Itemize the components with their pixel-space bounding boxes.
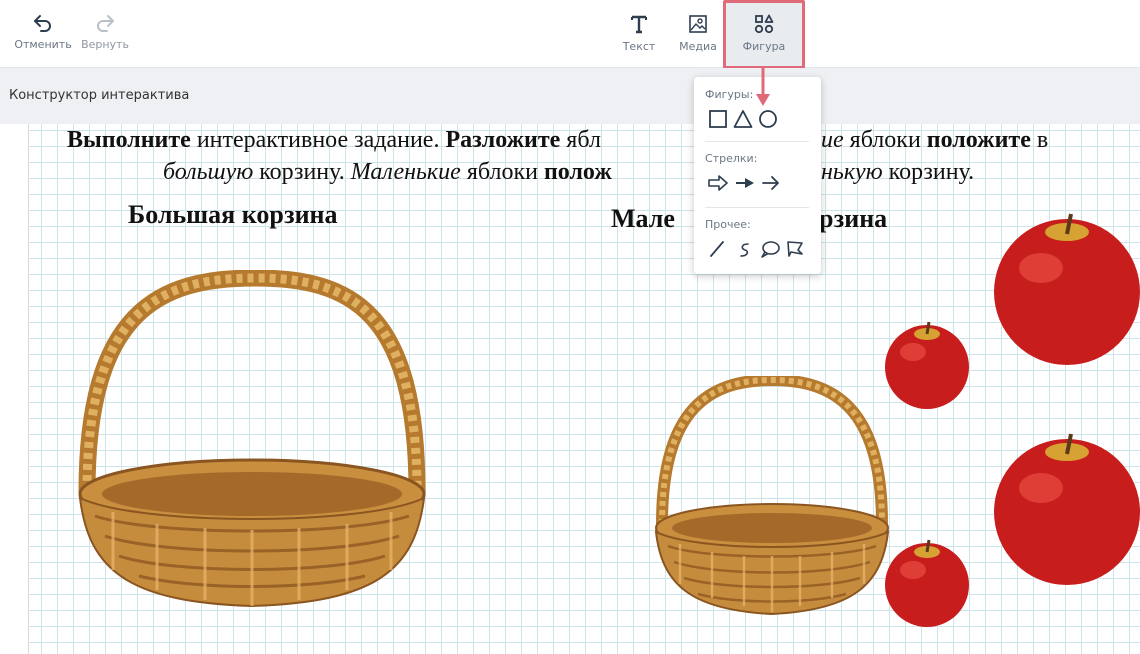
dropdown-divider bbox=[705, 207, 809, 208]
callout-icon[interactable] bbox=[786, 240, 804, 258]
small-apple-2[interactable] bbox=[881, 538, 973, 628]
page-title: Конструктор интерактива bbox=[9, 88, 190, 103]
triangle-shape-icon[interactable] bbox=[733, 109, 753, 129]
redo-icon bbox=[97, 15, 114, 32]
rectangle-shape-icon[interactable] bbox=[708, 109, 728, 129]
solid-arrow-icon[interactable] bbox=[735, 175, 755, 191]
big-basket-heading: Большая корзина bbox=[128, 200, 338, 229]
constructor-header: Конструктор интерактива bbox=[0, 68, 1140, 124]
task-line-2-end: нькую корзину. bbox=[821, 159, 975, 185]
line-arrow-icon[interactable] bbox=[762, 175, 780, 191]
undo-button[interactable]: Отменить bbox=[14, 14, 72, 51]
big-basket-image[interactable] bbox=[65, 270, 445, 632]
undo-icon bbox=[34, 15, 51, 32]
speech-bubble-icon[interactable] bbox=[760, 240, 780, 258]
redo-label: Вернуть bbox=[81, 38, 129, 51]
big-apple-1[interactable] bbox=[991, 210, 1140, 366]
other-section-label: Прочее: bbox=[705, 218, 751, 231]
dropdown-divider bbox=[705, 141, 809, 142]
media-button[interactable]: Медиа bbox=[678, 14, 718, 53]
shapes-section-label: Фигуры: bbox=[705, 88, 754, 101]
task-line-1-end: ие яблоки положите в bbox=[821, 127, 1049, 153]
pointer-arrow-icon bbox=[756, 68, 770, 106]
task-line-1: Выполните интерактивное задание. Разложи… bbox=[67, 127, 601, 153]
small-basket-heading-left: Мале bbox=[611, 204, 675, 233]
undo-label: Отменить bbox=[14, 38, 72, 51]
shape-label: Фигура bbox=[742, 40, 786, 53]
hollow-arrow-icon[interactable] bbox=[708, 175, 728, 191]
image-icon bbox=[689, 15, 707, 33]
redo-button[interactable]: Вернуть bbox=[81, 14, 129, 51]
arrows-section-label: Стрелки: bbox=[705, 152, 758, 165]
media-label: Медиа bbox=[679, 40, 717, 53]
text-label: Текст bbox=[622, 40, 656, 53]
shape-button[interactable]: Фигура bbox=[723, 0, 805, 69]
toolbar: Отменить Вернуть Текст Медиа Фигура bbox=[0, 0, 1140, 69]
circle-shape-icon[interactable] bbox=[758, 109, 778, 129]
text-icon bbox=[631, 15, 647, 34]
workspace-canvas[interactable]: Выполните интерактивное задание. Разложи… bbox=[28, 124, 1140, 654]
small-basket-image[interactable] bbox=[646, 376, 898, 626]
shapes-icon bbox=[754, 14, 774, 34]
small-basket-heading-right: рзина bbox=[819, 204, 888, 233]
text-button[interactable]: Текст bbox=[622, 14, 656, 53]
line-tool-icon[interactable] bbox=[709, 240, 725, 258]
curve-tool-icon[interactable] bbox=[738, 241, 752, 259]
small-apple-1[interactable] bbox=[881, 320, 973, 410]
big-apple-2[interactable] bbox=[991, 430, 1140, 586]
task-line-2: большую корзину. Маленькие яблоки полож bbox=[163, 159, 612, 185]
